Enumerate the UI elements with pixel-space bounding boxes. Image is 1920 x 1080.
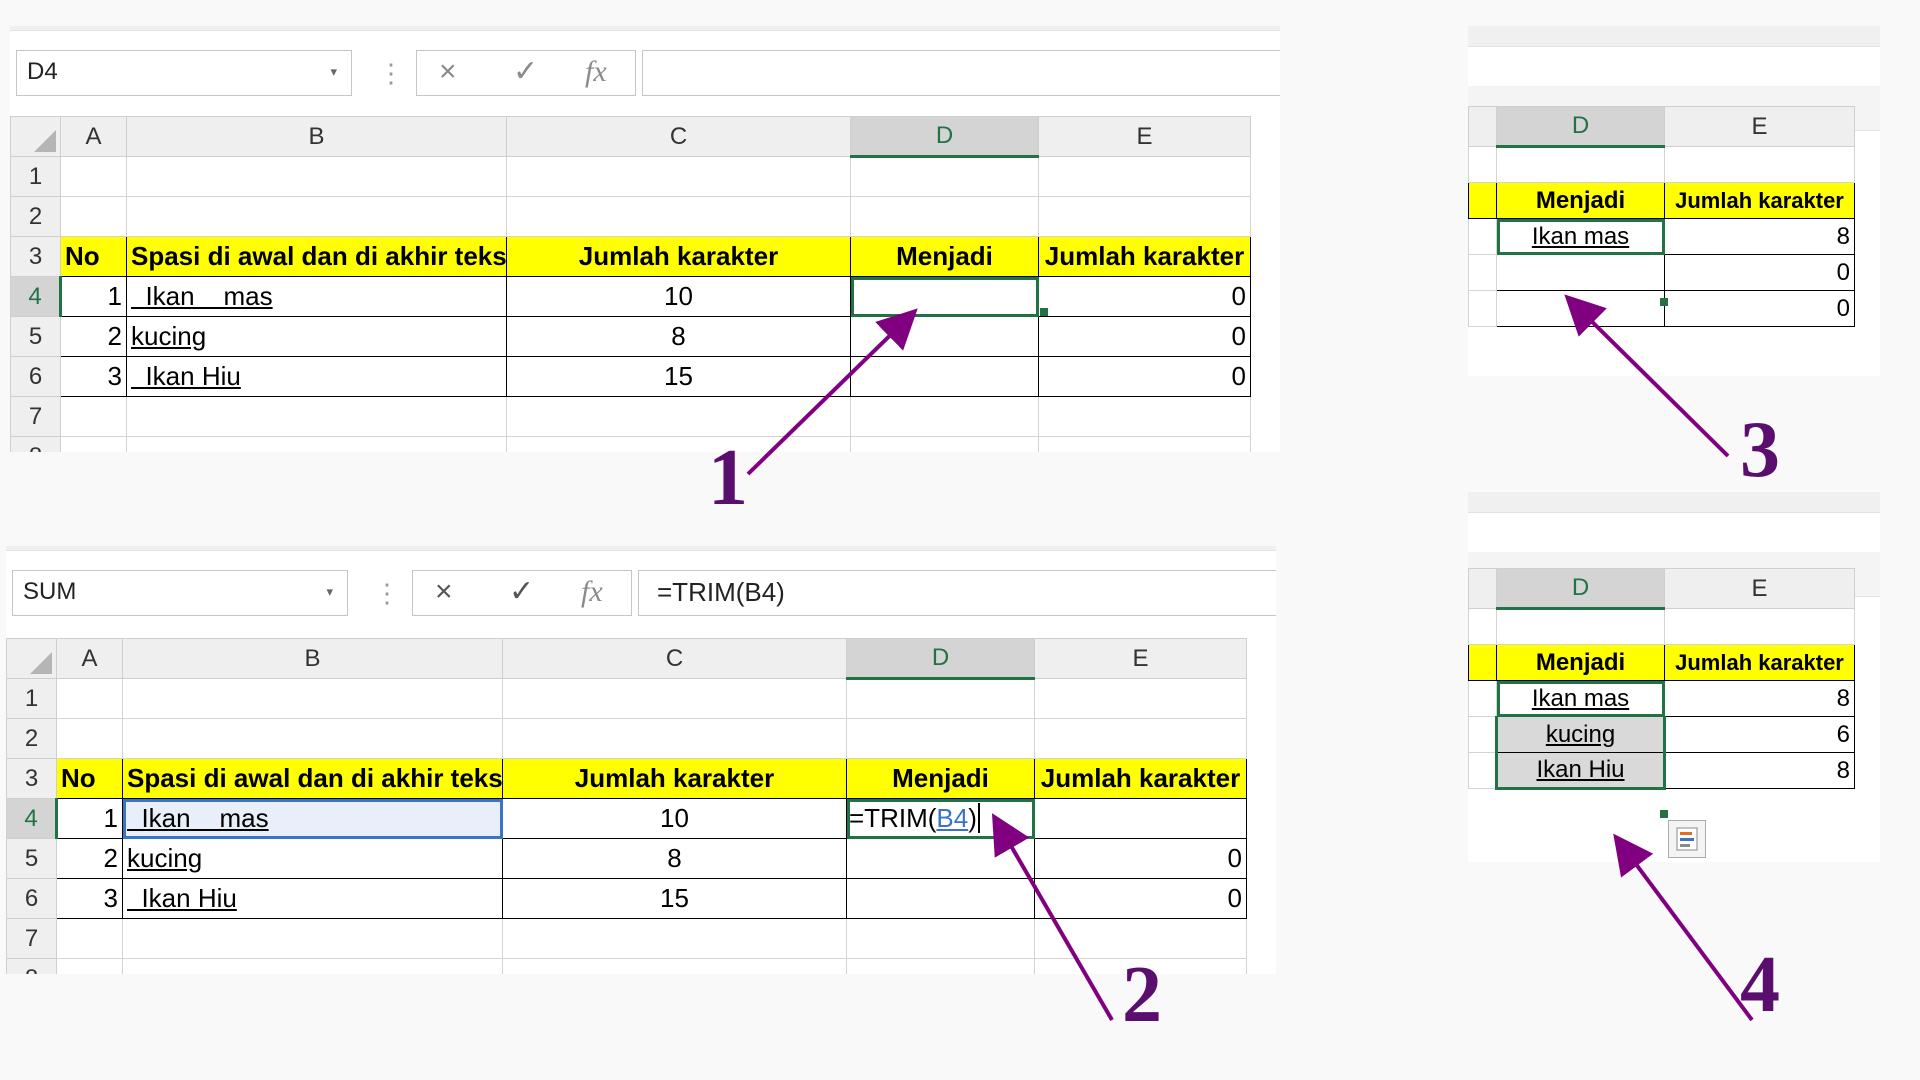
arrow-1 bbox=[746, 308, 918, 476]
arrow-2 bbox=[991, 813, 1114, 1022]
step-label-3: 3 bbox=[1740, 406, 1780, 494]
step-label-1: 1 bbox=[708, 434, 748, 522]
step-label-4: 4 bbox=[1740, 941, 1780, 1029]
step-label-2: 2 bbox=[1122, 951, 1162, 1039]
annotation-arrows bbox=[746, 294, 1754, 1022]
arrow-4 bbox=[1613, 833, 1754, 1022]
arrow-3 bbox=[1564, 294, 1730, 458]
